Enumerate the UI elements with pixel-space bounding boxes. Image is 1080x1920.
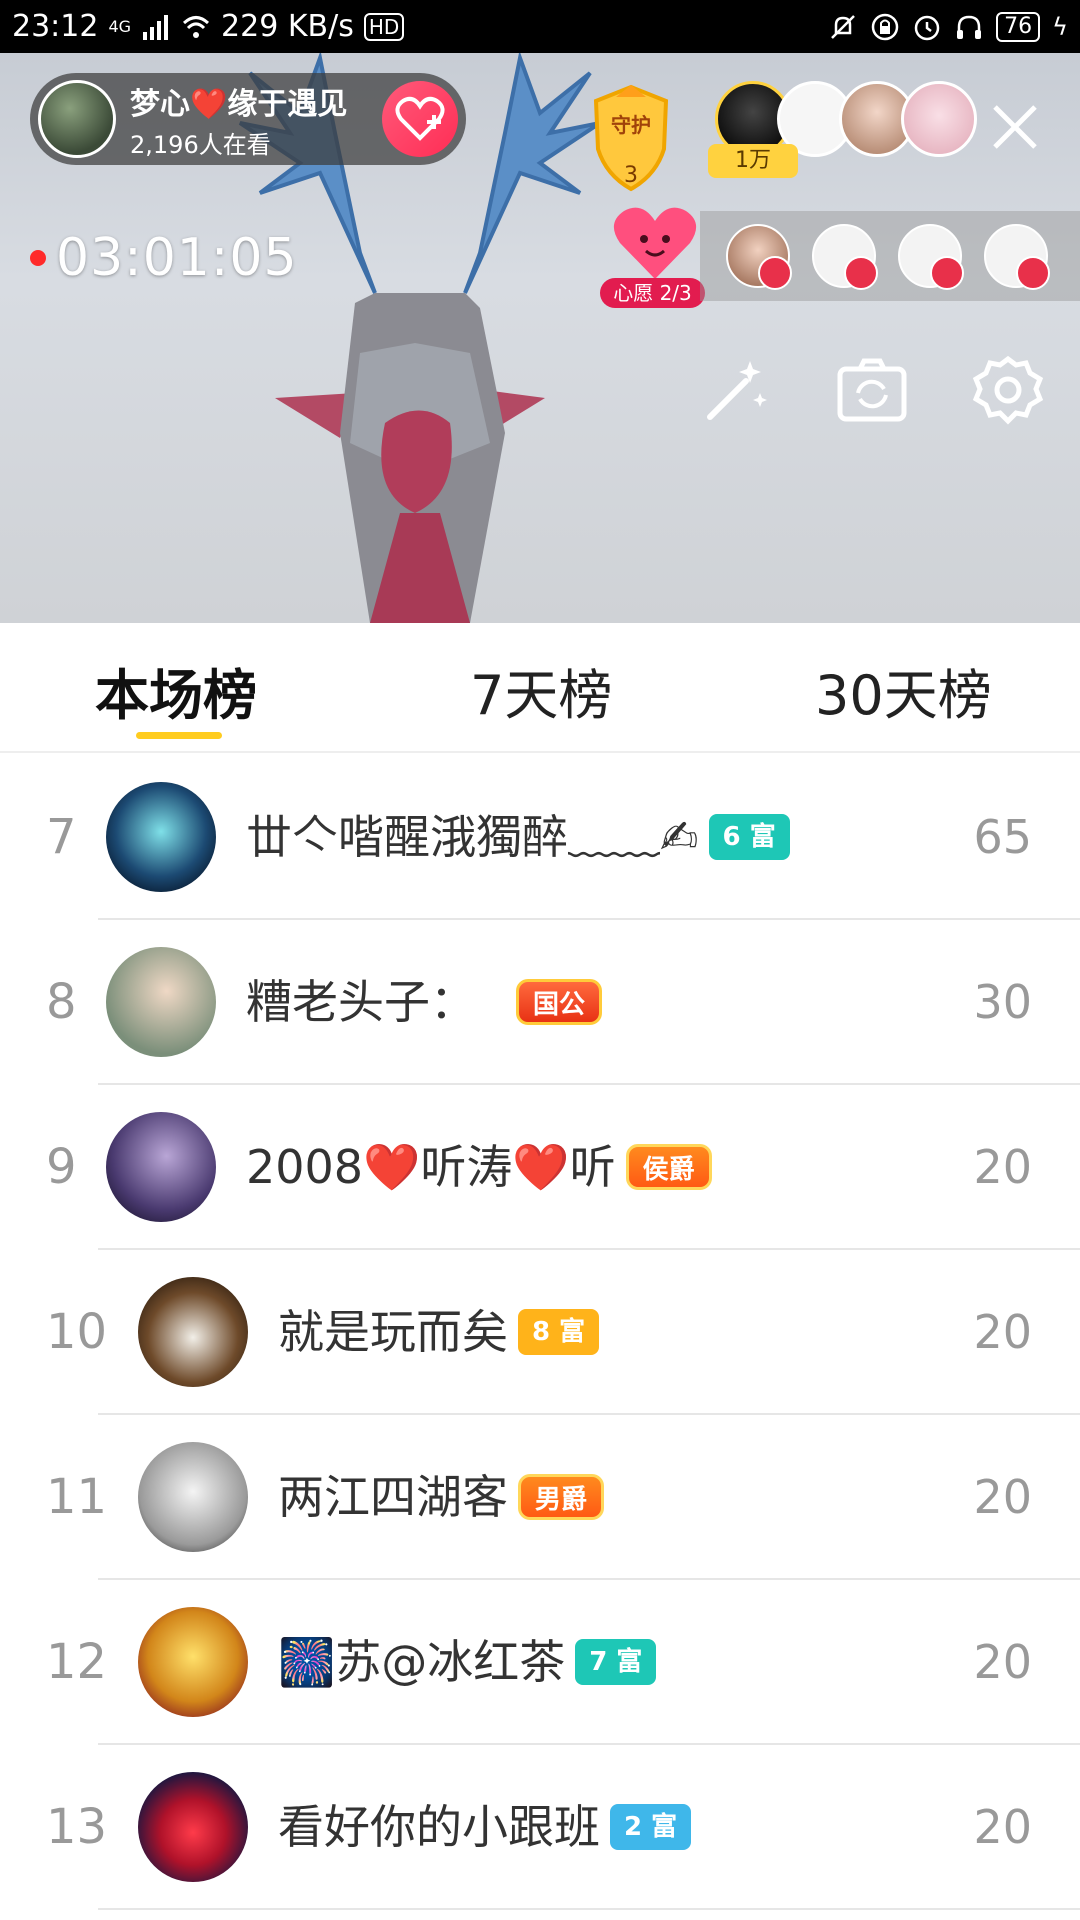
- user-avatar[interactable]: [106, 1112, 216, 1222]
- tab-current-session[interactable]: 本场榜: [95, 651, 257, 730]
- list-item[interactable]: 10 就是玩而矣 8 富 20: [0, 1250, 1080, 1415]
- user-avatar[interactable]: [138, 1442, 248, 1552]
- host-info: 梦心❤️缘于遇见 2,196人在看: [130, 79, 347, 160]
- rank-number: 11: [46, 1469, 108, 1525]
- list-item[interactable]: 11 两江四湖客 男爵 20: [0, 1415, 1080, 1580]
- signal-icon: [143, 14, 169, 40]
- host-avatar[interactable]: [38, 80, 116, 158]
- user-avatar[interactable]: [138, 1277, 248, 1387]
- headphones-icon: [957, 15, 982, 39]
- wifi-icon: [183, 15, 210, 38]
- network-type: 4G: [108, 17, 132, 36]
- user-name: 两江四湖客 男爵: [278, 1415, 605, 1580]
- tab-7-days[interactable]: 7天榜: [470, 651, 612, 730]
- rank-number: 12: [46, 1634, 108, 1690]
- sofa-icon: [844, 256, 878, 290]
- host-info-pill[interactable]: 梦心❤️缘于遇见 2,196人在看: [30, 73, 466, 165]
- seat-avatar[interactable]: [812, 224, 878, 290]
- follow-button[interactable]: [382, 81, 458, 157]
- user-name: 就是玩而矣 8 富: [278, 1250, 600, 1415]
- settings-gear-icon[interactable]: [970, 353, 1046, 429]
- wish-heart-icon: [613, 207, 697, 279]
- timer-text: 03:01:05: [56, 228, 298, 288]
- row-divider: [98, 1908, 1080, 1910]
- guard-badge[interactable]: 守护 3: [586, 83, 676, 193]
- user-avatar[interactable]: [106, 947, 216, 1057]
- user-avatar[interactable]: [138, 1607, 248, 1717]
- contribution-score: 20: [973, 1800, 1032, 1854]
- recording-dot-icon: [30, 250, 46, 266]
- list-item[interactable]: 9 2008❤️听涛❤️听 侯爵 20: [0, 1085, 1080, 1250]
- sofa-icon: [758, 256, 792, 290]
- wish-progress: 心愿 2/3: [600, 278, 705, 308]
- contribution-score: 20: [973, 1305, 1032, 1359]
- ranking-tabs: 本场榜 7天榜 30天榜: [0, 623, 1080, 753]
- rank-number: 9: [46, 1139, 77, 1195]
- mic-seats[interactable]: [700, 211, 1080, 301]
- noble-badge: 男爵: [518, 1473, 605, 1520]
- contribution-score: 30: [973, 975, 1032, 1029]
- user-name: 丗亽喈醒涐獨醉﹏﹏✍ 6 富: [246, 755, 790, 920]
- user-avatar[interactable]: [138, 1772, 248, 1882]
- status-time: 23:12: [12, 9, 99, 44]
- guard-label: 守护: [611, 113, 651, 137]
- noble-badge: 侯爵: [625, 1143, 712, 1190]
- wish-button[interactable]: 心愿 2/3: [600, 203, 710, 323]
- rank-number: 10: [46, 1304, 108, 1360]
- contribution-score: 20: [973, 1470, 1032, 1524]
- rank-number: 13: [46, 1799, 108, 1855]
- network-speed: 229 KB/s: [221, 9, 354, 44]
- wealth-badge: 7 富: [575, 1638, 657, 1685]
- viewer-count: 2,196人在看: [130, 130, 271, 159]
- hd-icon: HD: [363, 12, 405, 41]
- active-tab-underline: [136, 732, 222, 739]
- ranking-list: 7 丗亽喈醒涐獨醉﹏﹏✍ 6 富 65 8 糟老头子： 国公 30 9 2008❤️…: [0, 755, 1080, 1910]
- tab-30-days[interactable]: 30天榜: [815, 651, 992, 730]
- sofa-icon: [930, 256, 964, 290]
- user-avatar[interactable]: [106, 782, 216, 892]
- list-item[interactable]: 7 丗亽喈醒涐獨醉﹏﹏✍ 6 富 65: [0, 755, 1080, 920]
- guard-count: 3: [624, 163, 638, 188]
- noble-badge: 国公: [516, 978, 603, 1025]
- list-item[interactable]: 8 糟老头子： 国公 30: [0, 920, 1080, 1085]
- contribution-score: 20: [973, 1140, 1032, 1194]
- live-timer: 03:01:05: [30, 228, 298, 288]
- follow-heart-icon: [395, 96, 445, 141]
- rank-number: 7: [46, 809, 77, 865]
- list-item[interactable]: 12 🎆苏@冰红茶 7 富 20: [0, 1580, 1080, 1745]
- wealth-badge: 6 富: [708, 813, 790, 860]
- close-icon[interactable]: [985, 97, 1045, 157]
- fan-avatar[interactable]: [901, 81, 977, 157]
- seat-avatar[interactable]: [984, 224, 1050, 290]
- seat-avatar[interactable]: [726, 224, 792, 290]
- contribution-score: 65: [973, 810, 1032, 864]
- user-name: 糟老头子： 国公: [246, 920, 603, 1085]
- magic-wand-icon[interactable]: [698, 353, 774, 429]
- user-name: 🎆苏@冰红茶 7 富: [278, 1580, 657, 1745]
- camera-flip-icon[interactable]: [834, 353, 910, 429]
- wealth-badge: 8 富: [518, 1308, 600, 1355]
- sofa-icon: [1016, 256, 1050, 290]
- host-name: 梦心❤️缘于遇见: [130, 86, 348, 122]
- lock-rotation-icon: [871, 13, 899, 40]
- top-fan-tag: 1万: [708, 144, 798, 178]
- status-bar: 23:12 4G 229 KB/s HD 76 ϟ: [0, 0, 1080, 53]
- seat-avatar[interactable]: [898, 224, 964, 290]
- alarm-icon: [914, 15, 940, 40]
- live-video[interactable]: 梦心❤️缘于遇见 2,196人在看 守护 3 1万 03:01:05 心愿 2/…: [0, 53, 1080, 623]
- user-name: 2008❤️听涛❤️听 侯爵: [246, 1085, 712, 1250]
- wealth-badge: 2 富: [610, 1803, 692, 1850]
- rank-number: 8: [46, 974, 77, 1030]
- contribution-score: 20: [973, 1635, 1032, 1689]
- mute-bell-icon: [831, 14, 856, 39]
- user-name: 看好你的小跟班 2 富: [278, 1745, 692, 1910]
- list-item[interactable]: 13 看好你的小跟班 2 富 20: [0, 1745, 1080, 1910]
- battery-indicator: 76: [996, 11, 1041, 42]
- charging-icon: ϟ: [1052, 12, 1068, 41]
